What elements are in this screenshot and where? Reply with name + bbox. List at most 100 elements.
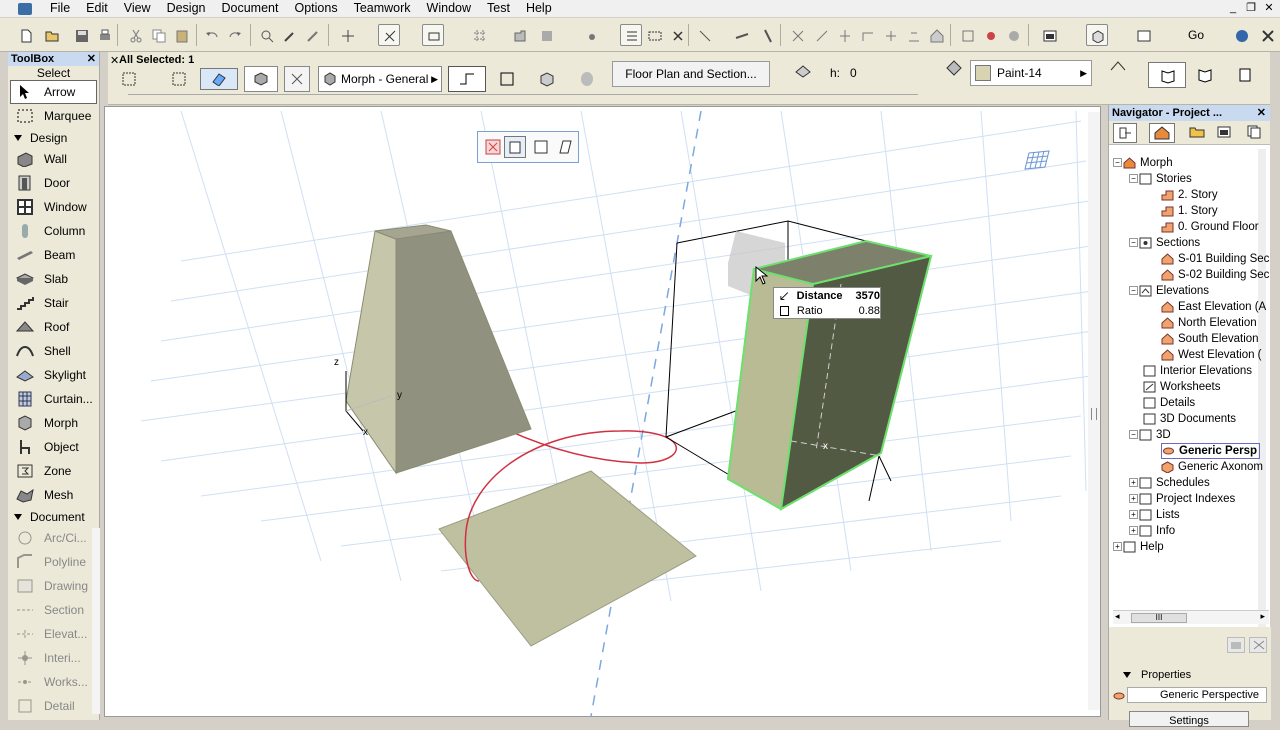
floor-plan-section-button[interactable]: Floor Plan and Section... (612, 61, 770, 87)
tool-door[interactable]: Door (8, 171, 99, 195)
tool-detail[interactable]: Detail (8, 694, 99, 718)
navigator-close-icon[interactable]: ✕ (1257, 105, 1266, 121)
intersect-button[interactable] (833, 24, 855, 46)
tree-info[interactable]: + Info (1129, 523, 1175, 539)
circle-button[interactable] (1002, 24, 1024, 46)
copy-button[interactable] (147, 24, 169, 46)
app-icon[interactable] (18, 2, 32, 15)
3d-view-button[interactable] (1086, 24, 1108, 46)
offset-button[interactable] (902, 24, 924, 46)
view-axo-button[interactable] (1192, 62, 1218, 88)
element-type-dropdown[interactable]: Morph - General ▶ (318, 66, 442, 92)
scroll-left-icon[interactable]: ◂ (1115, 611, 1120, 622)
tree-story-1[interactable]: 1. Story (1161, 203, 1218, 219)
tapered-block-front-face[interactable] (395, 230, 532, 474)
element-info-button[interactable] (956, 24, 978, 46)
tree-schedules[interactable]: + Schedules (1129, 475, 1210, 491)
tree-interior-elevations[interactable]: Interior Elevations (1143, 363, 1252, 379)
scroll-grip-icon[interactable] (1091, 408, 1097, 420)
project-map-button[interactable] (1149, 123, 1175, 143)
revolve-method-button[interactable] (574, 66, 600, 92)
document-group-header[interactable]: Document (8, 507, 99, 526)
tool-stair[interactable]: Stair (8, 291, 99, 315)
ungroup-button[interactable] (535, 24, 557, 46)
navigator-hscrollbar[interactable]: ◂ III ▸ (1113, 610, 1269, 624)
drag-button[interactable] (693, 24, 715, 46)
toolbox-scrollbar[interactable] (92, 528, 100, 714)
cube-method-button[interactable] (534, 66, 560, 92)
publisher-button[interactable] (1243, 123, 1267, 143)
tool-drawing[interactable]: Drawing (8, 574, 99, 598)
tool-section[interactable]: Section (8, 598, 99, 622)
snap-points-button[interactable] (422, 24, 444, 46)
tool-window[interactable]: Window (8, 195, 99, 219)
height-value[interactable]: 0 (850, 66, 857, 80)
web-button[interactable] (1230, 24, 1252, 46)
tool-morph[interactable]: Morph (8, 411, 99, 435)
properties-header[interactable]: Properties (1123, 669, 1191, 681)
tool-roof[interactable]: Roof (8, 315, 99, 339)
tree-section-s02[interactable]: S-02 Building Sec (1161, 267, 1269, 283)
menu-view[interactable]: View (116, 0, 159, 17)
tree-story-2[interactable]: 2. Story (1161, 187, 1218, 203)
tool-curtain-wall[interactable]: Curtain... (8, 387, 99, 411)
tree-project-indexes[interactable]: + Project Indexes (1129, 491, 1235, 507)
bimx-button[interactable] (1256, 24, 1278, 46)
menu-edit[interactable]: Edit (78, 0, 116, 17)
paint-button[interactable] (979, 24, 1001, 46)
surface-material-dropdown[interactable]: Paint-14 ▶ (970, 60, 1092, 86)
tree-elevation-north[interactable]: North Elevation (1161, 315, 1257, 331)
find-select-button[interactable] (255, 24, 277, 46)
pet-move-button[interactable] (530, 136, 552, 158)
tree-elevations[interactable]: − Elevations (1129, 283, 1209, 299)
new-file-button[interactable] (14, 24, 36, 46)
trace-button[interactable] (620, 24, 642, 46)
navigator-mode-button[interactable] (1113, 123, 1137, 143)
menu-window[interactable]: Window (419, 0, 479, 17)
tool-arrow[interactable]: Arrow (10, 80, 97, 104)
house-button[interactable] (925, 24, 947, 46)
menu-file[interactable]: File (42, 0, 78, 17)
tree-elevation-east[interactable]: East Elevation (A (1161, 299, 1266, 315)
minimize-icon[interactable]: _ (1226, 2, 1240, 14)
fillet-button[interactable] (856, 24, 878, 46)
lock-button[interactable] (580, 24, 602, 46)
tree-story-0[interactable]: 0. Ground Floor (1161, 219, 1259, 235)
tool-interior-elevation[interactable]: Interi... (8, 646, 99, 670)
tool-column[interactable]: Column (8, 219, 99, 243)
view-map-button[interactable] (1185, 123, 1209, 143)
window-layout-button[interactable] (1038, 24, 1060, 46)
design-group-header[interactable]: Design (8, 128, 99, 147)
mirror-button[interactable] (756, 24, 778, 46)
layout-button[interactable] (1132, 24, 1154, 46)
grid-snap-button[interactable] (468, 24, 490, 46)
menu-test[interactable]: Test (479, 0, 518, 17)
geometry-method-button[interactable] (448, 66, 486, 92)
tree-3d-documents[interactable]: 3D Documents (1143, 411, 1236, 427)
tree-help[interactable]: + Help (1113, 539, 1164, 555)
tool-skylight[interactable]: Skylight (8, 363, 99, 387)
tool-arc-circle[interactable]: Arc/Ci... (8, 526, 99, 550)
infobox-scrollbar[interactable] (128, 94, 918, 100)
3d-scene[interactable]: z y x x (105, 107, 1101, 717)
selection-method-group[interactable] (118, 68, 200, 90)
pet-cancel-button[interactable] (482, 136, 504, 158)
tool-shell[interactable]: Shell (8, 339, 99, 363)
redo-button[interactable] (223, 24, 245, 46)
hscroll-thumb[interactable]: III (1131, 613, 1187, 623)
tree-elevation-south[interactable]: South Elevation (1161, 331, 1259, 347)
tool-mesh[interactable]: Mesh (8, 483, 99, 507)
save-button[interactable] (70, 24, 92, 46)
close-infobox-icon[interactable]: ✕ (110, 54, 119, 67)
ratio-value[interactable]: 0.88 (847, 305, 880, 317)
pet-offset-button[interactable] (504, 136, 526, 158)
tool-marquee[interactable]: Marquee (8, 104, 99, 128)
tool-zone[interactable]: Zone (8, 459, 99, 483)
tree-section-s01[interactable]: S-01 Building Sec (1161, 251, 1269, 267)
texture-icon[interactable] (1108, 58, 1128, 78)
adjust-button[interactable] (810, 24, 832, 46)
eyedropper-button[interactable] (278, 24, 300, 46)
close-icon[interactable]: ✕ (1262, 2, 1276, 14)
menu-help[interactable]: Help (518, 0, 560, 17)
tree-generic-perspective[interactable]: Generic Persp (1161, 443, 1260, 459)
